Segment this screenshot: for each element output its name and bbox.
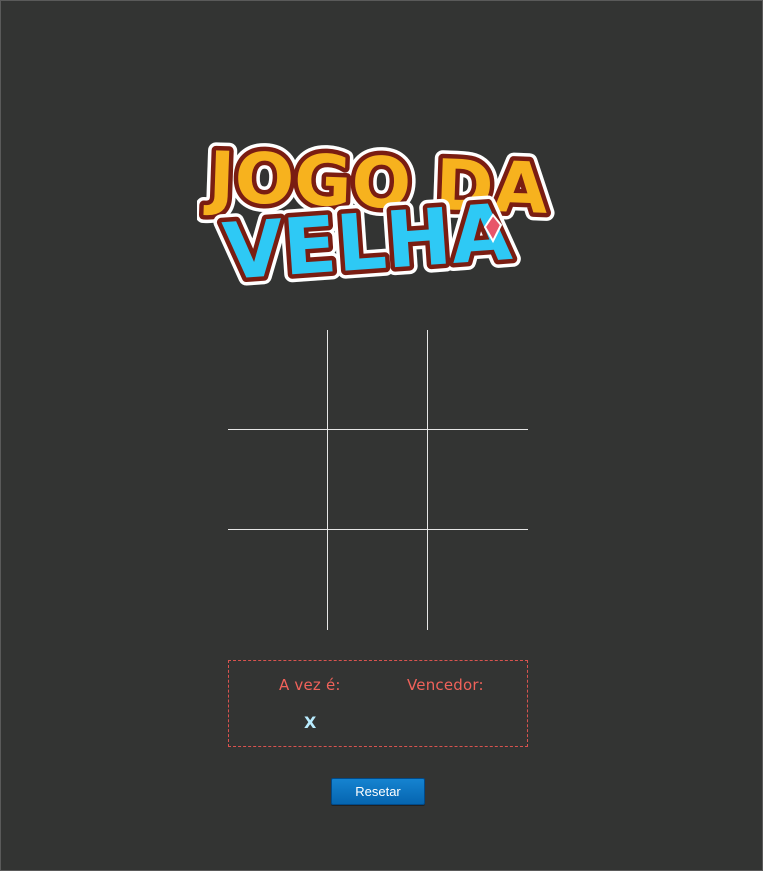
board-cell-5[interactable] (328, 430, 428, 530)
board-cell-2[interactable] (328, 330, 428, 430)
board-cell-1[interactable] (228, 330, 328, 430)
winner-label: Vencedor: (407, 676, 484, 694)
turn-label: A vez é: (279, 676, 341, 694)
board-cell-7[interactable] (228, 530, 328, 630)
status-panel: A vez é: Vencedor: X (228, 660, 528, 747)
board-cell-8[interactable] (328, 530, 428, 630)
board-cell-4[interactable] (228, 430, 328, 530)
board-cell-6[interactable] (428, 430, 528, 530)
board-cell-3[interactable] (428, 330, 528, 430)
game-container: JOGO DA JOGO DA JOGO DA VELHA VELHA VELH… (0, 0, 763, 871)
reset-button[interactable]: Resetar (331, 778, 425, 805)
turn-value: X (304, 713, 317, 732)
game-board (228, 330, 528, 630)
game-logo: JOGO DA JOGO DA JOGO DA VELHA VELHA VELH… (197, 129, 559, 293)
board-cell-9[interactable] (428, 530, 528, 630)
